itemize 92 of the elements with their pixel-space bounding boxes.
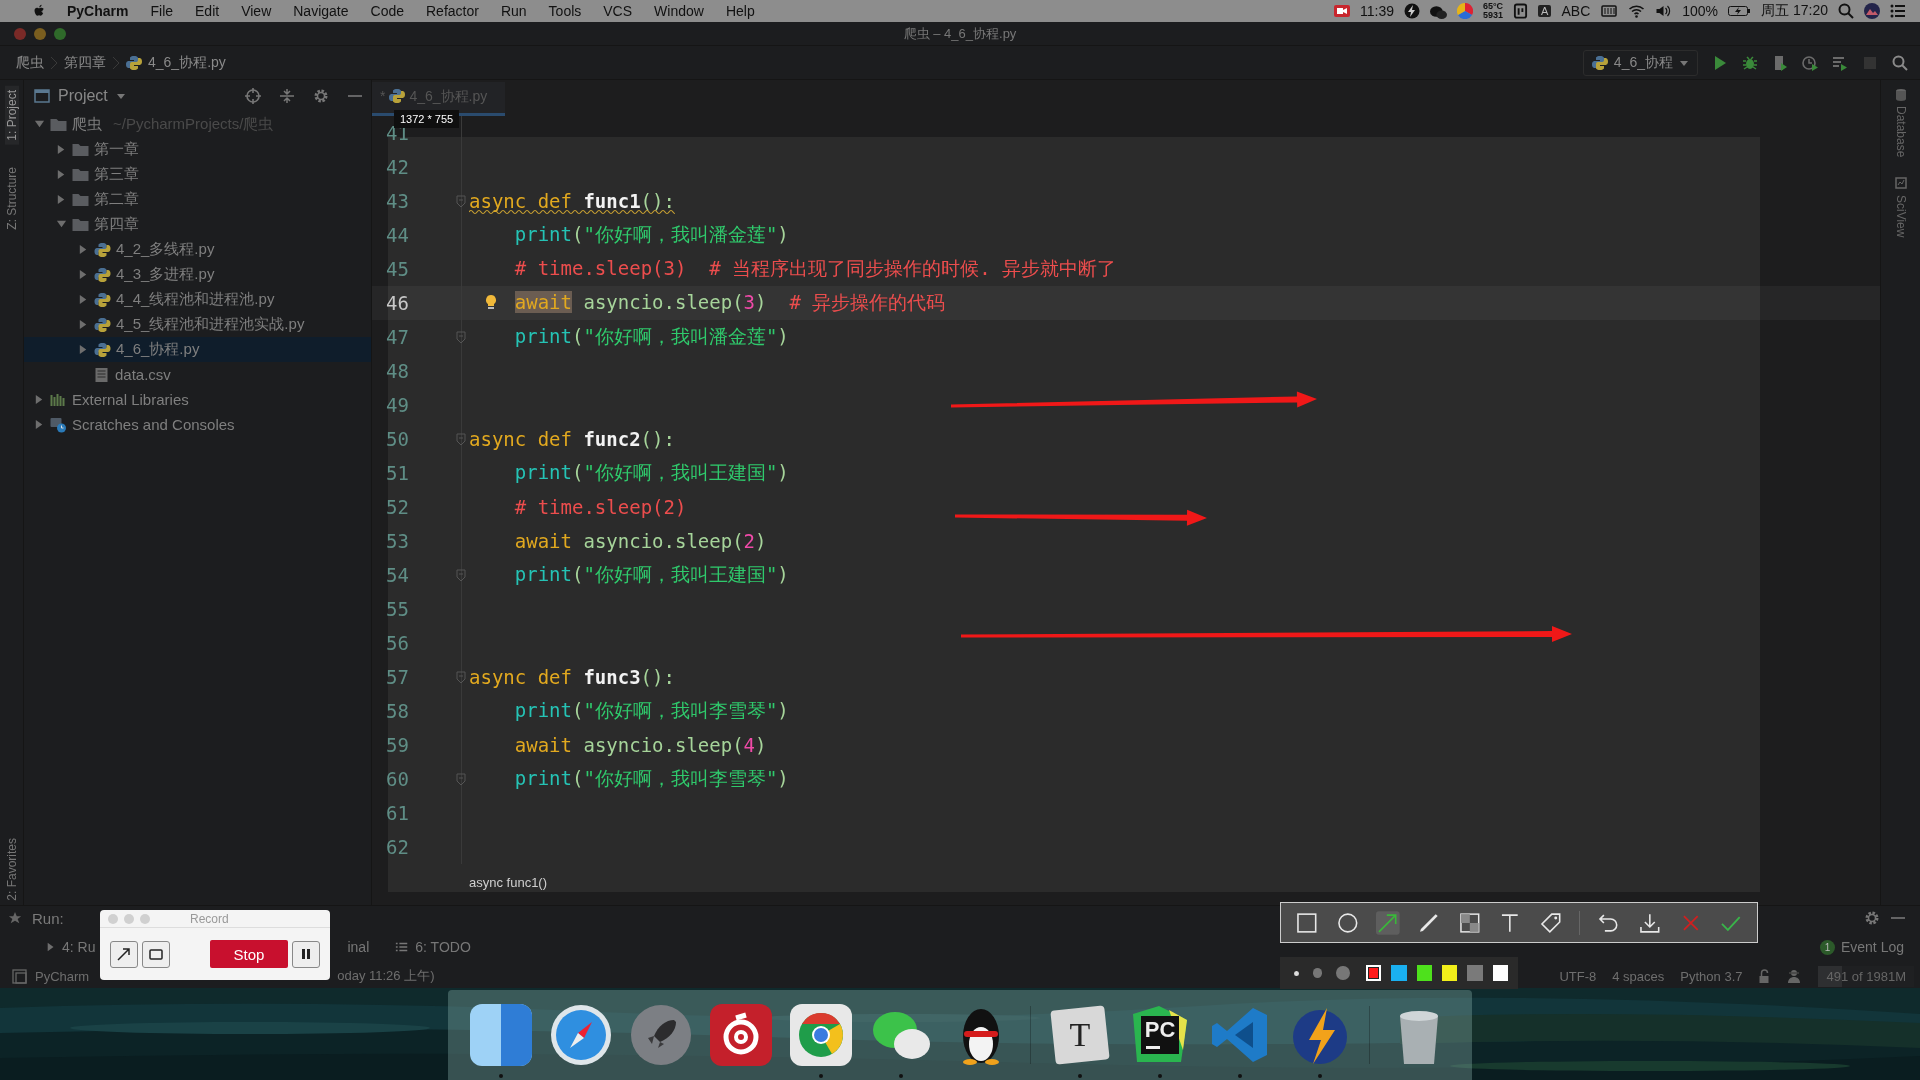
line-number: 56 bbox=[385, 632, 410, 654]
tree-item[interactable]: 4_5_线程池和进程池实战.py bbox=[24, 312, 371, 337]
size-tooltip: 1372 * 755 bbox=[394, 110, 460, 128]
code-line: # time.sleep(3) # 当程序出现了同步操作的时候. 异步就中断了 bbox=[514, 256, 1116, 281]
code-line: print("你好啊，我叫李雪琴") bbox=[514, 766, 789, 791]
line-number: 57 bbox=[385, 666, 410, 688]
tool-window-tab[interactable]: 1: Project bbox=[4, 86, 19, 145]
clock: 周五 17:20 bbox=[1761, 2, 1828, 20]
indent-label[interactable]: 4 spaces bbox=[1612, 968, 1665, 984]
menu-item[interactable]: Refactor bbox=[426, 3, 479, 19]
line-number: 45 bbox=[385, 258, 410, 280]
breadcrumb-item[interactable]: 4_6_协程.py bbox=[148, 53, 226, 72]
tree-item[interactable]: 第二章 bbox=[24, 187, 371, 212]
record-time: 11:39 bbox=[1360, 3, 1394, 19]
line-number: 42 bbox=[385, 156, 410, 178]
breadcrumb-item[interactable]: 爬虫 bbox=[16, 53, 44, 72]
app-menu[interactable]: PyCharm bbox=[67, 3, 129, 19]
line-number: 52 bbox=[385, 496, 410, 518]
tool-window-tab[interactable]: 6: TODO bbox=[389, 935, 477, 959]
window-title: 爬虫 – 4_6_协程.py bbox=[903, 24, 1017, 43]
code-line: async def func3(): bbox=[469, 666, 675, 688]
menu-item[interactable]: File bbox=[150, 3, 174, 19]
line-number: 51 bbox=[385, 462, 410, 484]
code-line: async def func2(): bbox=[469, 428, 675, 450]
line-number: 48 bbox=[385, 360, 410, 382]
line-number: 55 bbox=[385, 598, 410, 620]
menu-item[interactable]: Run bbox=[500, 3, 527, 19]
code-breadcrumb[interactable]: async func1() bbox=[469, 874, 548, 890]
code-line: print("你好啊，我叫潘金莲") bbox=[514, 222, 789, 247]
code-line: await asyncio.sleep(4) bbox=[514, 734, 767, 756]
menu-item[interactable]: Window bbox=[654, 3, 704, 19]
line-number: 62 bbox=[385, 836, 410, 858]
line-number: 53 bbox=[385, 530, 410, 552]
tool-window-tab[interactable]: Database bbox=[1893, 88, 1908, 158]
line-number: 46 bbox=[385, 292, 410, 314]
line-number: 43 bbox=[385, 190, 410, 212]
event-log-button[interactable]: 1 Event Log bbox=[1819, 939, 1904, 955]
line-number: 49 bbox=[385, 394, 410, 416]
line-number: 44 bbox=[385, 224, 410, 246]
count-badge: 1 bbox=[1819, 939, 1835, 955]
code-line: print("你好啊，我叫潘金莲") bbox=[514, 324, 789, 349]
line-number: 54 bbox=[385, 564, 410, 586]
menu-item[interactable]: View bbox=[241, 3, 272, 19]
status-message: oday 11:26 上午) bbox=[337, 967, 435, 985]
code-line: await asyncio.sleep(3) # 异步操作的代码 bbox=[514, 290, 946, 315]
tree-item[interactable]: 4_4_线程池和进程池.py bbox=[24, 287, 371, 312]
stop-button[interactable]: Stop bbox=[210, 940, 288, 968]
line-number: 60 bbox=[385, 768, 410, 790]
tree-item[interactable]: 第一章 bbox=[24, 137, 371, 162]
code-line: print("你好啊，我叫王建国") bbox=[514, 460, 789, 485]
tree-item[interactable]: External Libraries bbox=[24, 387, 371, 412]
panel-label: Run: bbox=[32, 909, 64, 927]
temperature-text: 65°C bbox=[1483, 2, 1504, 11]
run-config-dropdown[interactable]: 4_6_协程 bbox=[1582, 49, 1698, 76]
tree-item[interactable]: 4_3_多进程.py bbox=[24, 262, 371, 287]
battery-percent: 100% bbox=[1682, 3, 1719, 19]
tree-item[interactable]: 第三章 bbox=[24, 162, 371, 187]
line-number: 50 bbox=[385, 428, 410, 450]
code-line: await asyncio.sleep(2) bbox=[514, 530, 767, 552]
code-line: async def func1(): bbox=[469, 190, 675, 212]
line-number: 59 bbox=[385, 734, 410, 756]
encoding-label[interactable]: UTF-8 bbox=[1559, 968, 1597, 984]
window-title: Record bbox=[190, 911, 229, 926]
code-line: print("你好啊，我叫李雪琴") bbox=[514, 698, 789, 723]
code-line: # time.sleep(2) bbox=[514, 496, 687, 518]
tree-item[interactable]: 第四章 bbox=[24, 212, 371, 237]
tree-item[interactable]: Scratches and Consoles bbox=[24, 412, 371, 437]
status-message: PyCharm bbox=[35, 968, 90, 984]
menu-item[interactable]: Navigate bbox=[293, 3, 349, 19]
fan-speed-text: 5931 bbox=[1483, 11, 1504, 20]
menu-item[interactable]: Tools bbox=[548, 3, 582, 19]
input-source-icon[interactable]: A bbox=[1538, 5, 1552, 17]
line-number: 61 bbox=[385, 802, 410, 824]
line-number: 47 bbox=[385, 326, 410, 348]
breadcrumb-item[interactable]: 第四章 bbox=[64, 53, 106, 72]
code-line: print("你好啊，我叫王建国") bbox=[514, 562, 789, 587]
menu-item[interactable]: Code bbox=[370, 3, 404, 19]
interpreter-label[interactable]: Python 3.7 bbox=[1680, 968, 1743, 984]
tool-window-tab[interactable]: 4: Ru bbox=[40, 935, 102, 959]
menu-item[interactable]: Help bbox=[725, 3, 755, 19]
tree-item[interactable]: 4_6_协程.py bbox=[24, 337, 371, 362]
panel-title[interactable]: Project bbox=[58, 87, 108, 105]
tree-item[interactable]: 4_2_多线程.py bbox=[24, 237, 371, 262]
menu-item[interactable]: Edit bbox=[195, 3, 220, 19]
tool-window-tab[interactable]: SciView bbox=[1893, 177, 1908, 238]
menu-item[interactable]: VCS bbox=[603, 3, 633, 19]
input-source-text: ABC bbox=[1561, 3, 1591, 19]
tool-window-tab[interactable]: Z: Structure bbox=[4, 162, 19, 234]
line-number: 58 bbox=[385, 700, 410, 722]
tree-item[interactable]: data.csv bbox=[24, 362, 371, 387]
tool-window-tab[interactable]: 2: Favorites bbox=[4, 834, 19, 905]
tool-window-tab[interactable]: inal bbox=[341, 935, 376, 959]
